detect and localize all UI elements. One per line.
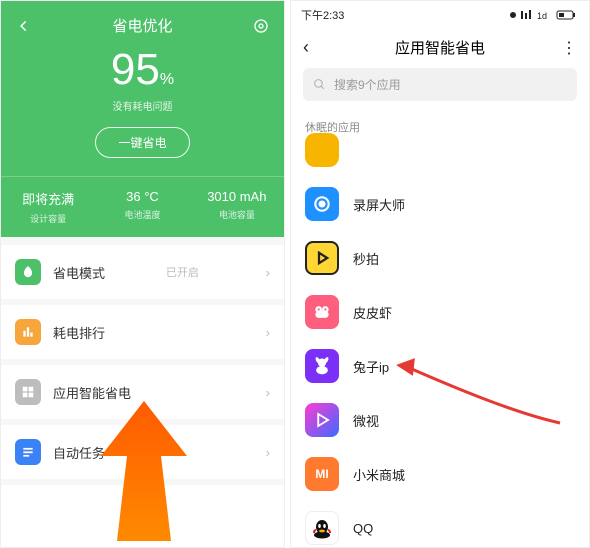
chevron-right-icon: ›: [266, 445, 270, 460]
app-label: 录屏大师: [353, 195, 405, 214]
chart-icon: [15, 319, 41, 345]
list-item[interactable]: QQ: [291, 501, 589, 548]
app-icon: [305, 511, 339, 545]
one-tap-save-button[interactable]: 一键省电: [95, 127, 189, 158]
list-item[interactable]: MI 小米商城: [291, 447, 589, 501]
stat-temp: 36 °C 电池温度: [95, 177, 189, 237]
leaf-icon: [15, 259, 41, 285]
gear-icon[interactable]: [252, 17, 270, 35]
status-bar: 下午2:33 1d: [291, 1, 589, 29]
search-placeholder: 搜索9个应用: [334, 76, 401, 93]
page-title: 省电优化: [112, 15, 172, 36]
app-label: 小米商城: [353, 465, 405, 484]
list-item[interactable]: 皮皮虾: [291, 285, 589, 339]
page-title: 应用智能省电: [321, 37, 559, 58]
list-item[interactable]: 兔子ip: [291, 339, 589, 393]
settings-menu: 省电模式 已开启 › 耗电排行 › 应用智能省电 › 自动任务 ›: [1, 237, 284, 485]
stat-capacity: 3010 mAh 电池容量: [190, 177, 284, 237]
app-label: 微视: [353, 411, 379, 430]
battery-score: 95%: [1, 48, 284, 92]
chevron-right-icon: ›: [266, 265, 270, 280]
menu-label: 省电模式: [53, 263, 105, 282]
app-icon: [305, 241, 339, 275]
app-label: 秒拍: [353, 249, 379, 268]
search-input[interactable]: 搜索9个应用: [303, 68, 577, 101]
chevron-right-icon: ›: [266, 385, 270, 400]
power-optimize-header: 省电优化 95% 没有耗电问题 一键省电: [1, 1, 284, 176]
menu-power-ranking[interactable]: 耗电排行 ›: [1, 305, 284, 365]
menu-power-mode[interactable]: 省电模式 已开启 ›: [1, 245, 284, 305]
app-list: 录屏大师 秒拍 皮皮虾 兔子ip 微视 MI 小米商城: [291, 123, 589, 548]
page-header: ‹ 应用智能省电 ⋮: [291, 29, 589, 68]
list-item[interactable]: 微视: [291, 393, 589, 447]
menu-label: 自动任务: [53, 443, 105, 462]
menu-label: 耗电排行: [53, 323, 105, 342]
back-icon[interactable]: [15, 17, 33, 35]
app-icon: [305, 403, 339, 437]
app-label: 兔子ip: [353, 357, 389, 376]
app-icon: MI: [305, 457, 339, 491]
search-icon: [313, 78, 326, 91]
app-grid-icon: [15, 379, 41, 405]
svg-text:1d: 1d: [537, 11, 547, 21]
score-value: 95: [111, 45, 160, 94]
chevron-right-icon: ›: [266, 325, 270, 340]
app-icon: [305, 349, 339, 383]
back-icon[interactable]: ‹: [303, 37, 321, 58]
more-icon[interactable]: ⋮: [559, 38, 577, 58]
tasks-icon: [15, 439, 41, 465]
left-screenshot: 省电优化 95% 没有耗电问题 一键省电 即将充满 设计容量 36 °C 电池温…: [0, 0, 285, 548]
score-subtitle: 没有耗电问题: [1, 98, 284, 113]
menu-auto-task[interactable]: 自动任务 ›: [1, 425, 284, 485]
app-label: 皮皮虾: [353, 303, 392, 322]
app-icon: [305, 133, 339, 167]
app-icon: [305, 295, 339, 329]
status-icons: 1d: [509, 9, 579, 21]
menu-label: 应用智能省电: [53, 383, 131, 402]
battery-stats: 即将充满 设计容量 36 °C 电池温度 3010 mAh 电池容量: [1, 176, 284, 237]
menu-app-smart-power[interactable]: 应用智能省电 ›: [1, 365, 284, 425]
menu-hint: 已开启: [166, 264, 199, 280]
list-item[interactable]: 秒拍: [291, 231, 589, 285]
right-screenshot: 下午2:33 1d ‹ 应用智能省电 ⋮ 搜索9个应用 休眠的应用: [290, 0, 590, 548]
status-time: 下午2:33: [301, 7, 344, 23]
list-item[interactable]: 录屏大师: [291, 177, 589, 231]
app-label: QQ: [353, 521, 373, 536]
stat-charge: 即将充满 设计容量: [1, 177, 95, 237]
score-unit: %: [160, 71, 174, 88]
app-icon: [305, 187, 339, 221]
